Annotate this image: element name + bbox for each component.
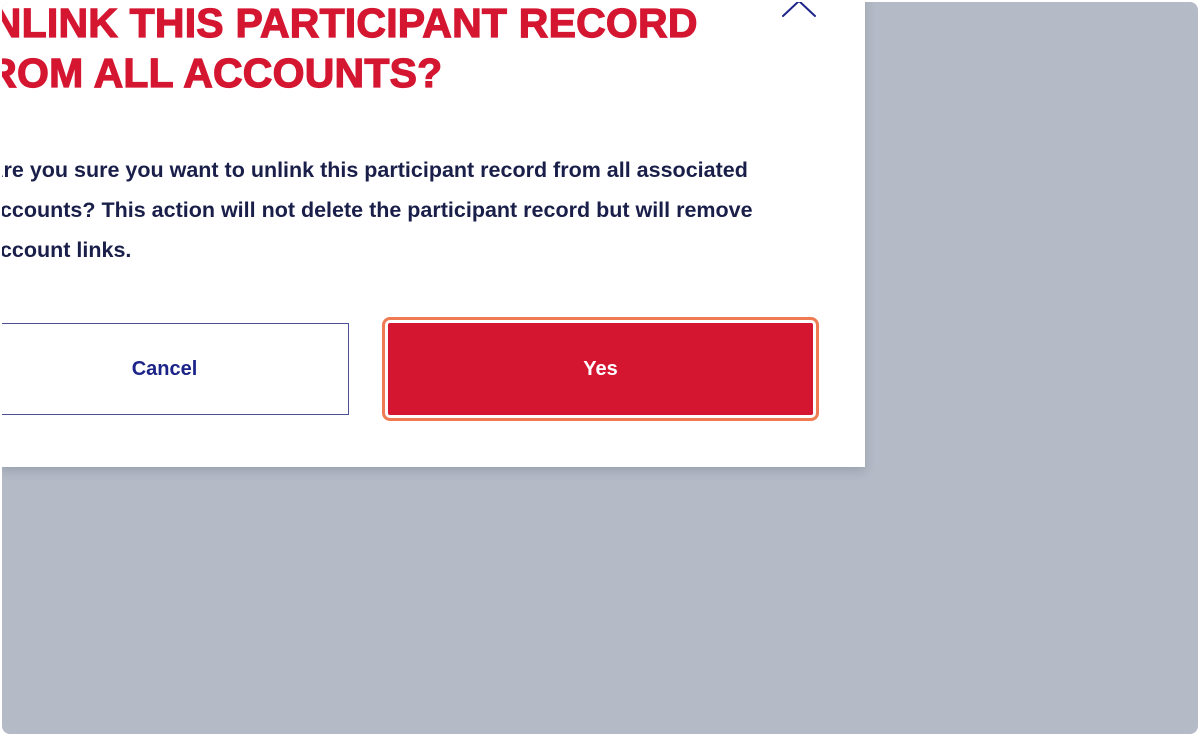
dialog-title: UNLINK THIS PARTICIPANT RECORD FROM ALL … (2, 2, 782, 98)
dialog-message-line-1: Are you sure you want to unlink this par… (2, 158, 748, 182)
dialog-message: Are you sure you want to unlink this par… (2, 150, 753, 270)
dialog-message-line-2: accounts? This action will not delete th… (2, 198, 753, 222)
cancel-button-label: Cancel (131, 357, 198, 380)
yes-button-label: Yes (583, 357, 618, 380)
modal-overlay: UNLINK THIS PARTICIPANT RECORD FROM ALL … (2, 2, 1198, 734)
unlink-confirm-dialog: UNLINK THIS PARTICIPANT RECORD FROM ALL … (2, 2, 865, 467)
close-button[interactable] (776, 2, 822, 18)
dialog-title-line-1: UNLINK THIS PARTICIPANT RECORD (2, 2, 698, 47)
yes-button[interactable]: Yes (382, 317, 819, 421)
cancel-button[interactable]: Cancel (2, 323, 349, 415)
dialog-message-line-3: account links. (2, 238, 132, 262)
dialog-title-line-2: FROM ALL ACCOUNTS? (2, 49, 443, 96)
chevron-up-icon (776, 2, 822, 18)
